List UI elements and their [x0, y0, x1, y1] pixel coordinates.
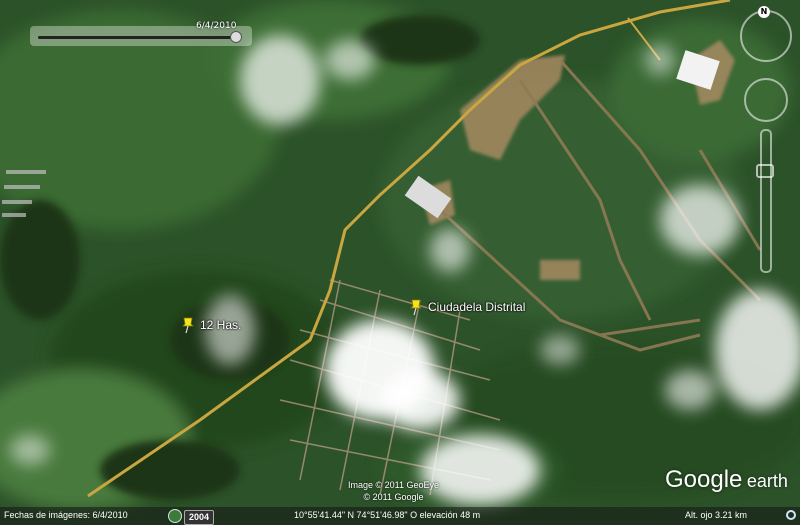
time-slider-track[interactable] — [38, 36, 234, 39]
placemark-ciudadela-distrital[interactable]: Ciudadela Distrital — [408, 298, 525, 316]
logo-earth: earth — [746, 471, 788, 491]
navigation-controls[interactable]: N — [736, 4, 796, 284]
credit-line-imagery: Image © 2011 GeoEye — [348, 480, 440, 490]
credit-line-google: © 2011 Google — [363, 492, 424, 502]
time-slider-knob[interactable] — [230, 31, 242, 43]
logo-google: Google — [665, 466, 743, 493]
placemark-12-has[interactable]: 12 Has. — [180, 316, 241, 334]
zoom-slider[interactable] — [760, 129, 772, 273]
map-view[interactable]: 6/4/2010 12 Has. Ciudadela Distrital N I… — [0, 0, 800, 525]
move-joystick[interactable] — [744, 78, 788, 122]
copyright-credits: Image © 2011 GeoEye © 2011 Google — [348, 479, 439, 503]
zoom-slider-knob[interactable] — [756, 164, 774, 178]
historical-year-badge[interactable]: 2004 — [184, 510, 215, 525]
status-bar: Fechas de imágenes: 6/4/2010 2004 10°55'… — [0, 507, 800, 525]
eye-altitude: Alt. ojo 3.21 km — [685, 510, 748, 520]
pushpin-icon[interactable] — [180, 316, 196, 334]
google-earth-logo: Google earth — [665, 466, 788, 494]
cursor-coordinates: 10°55'41.44" N 74°51'46.98" O elevación … — [294, 510, 481, 520]
satellite-imagery[interactable] — [0, 0, 800, 525]
placemark-label: 12 Has. — [200, 318, 242, 332]
placemark-label: Ciudadela Distrital — [428, 300, 526, 314]
pushpin-icon[interactable] — [408, 298, 424, 316]
time-slider-date: 6/4/2010 — [196, 21, 237, 31]
historical-imagery-icon[interactable] — [168, 509, 182, 523]
compass-north-icon[interactable]: N — [758, 6, 770, 18]
streaming-indicator-icon — [786, 510, 796, 520]
look-joystick[interactable] — [740, 10, 792, 62]
imagery-date: Fechas de imágenes: 6/4/2010 — [4, 510, 128, 520]
